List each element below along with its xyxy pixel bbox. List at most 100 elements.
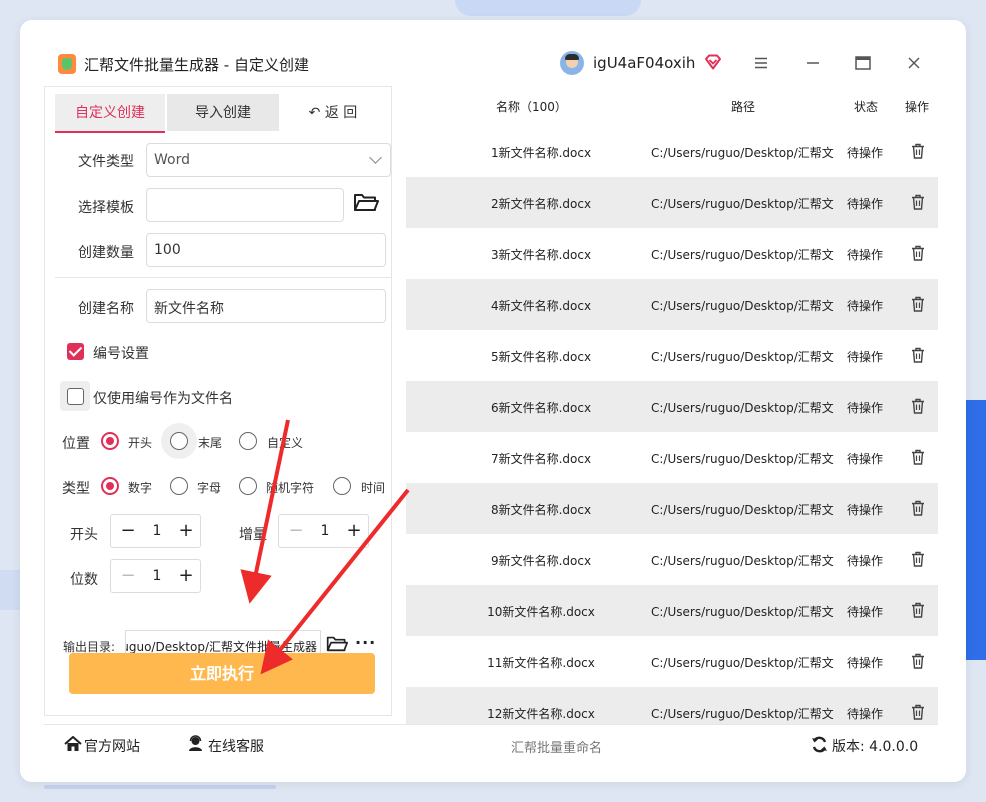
official-website-link[interactable]: 官方网站 [84, 736, 140, 756]
file-path-cell: C:/Users/ruguo/Desktop/汇帮文 [651, 452, 834, 466]
trash-icon[interactable] [911, 704, 925, 720]
settings-panel: 自定义创建 导入创建 ↶ 返 回 文件类型 Word 选择模板 创建数量 100… [44, 86, 392, 716]
user-avatar[interactable] [560, 51, 584, 75]
execute-button[interactable]: 立即执行 [69, 653, 375, 694]
digits-minus-button[interactable]: − [117, 564, 139, 588]
status-cell: 待操作 [847, 197, 884, 211]
close-icon[interactable] [899, 48, 929, 78]
table-row[interactable]: 11新文件名称.docx C:/Users/ruguo/Desktop/汇帮文 待操… [406, 636, 938, 687]
file-name-cell: 12新文件名称.docx [487, 707, 595, 721]
status-cell: 待操作 [847, 401, 884, 415]
trash-icon[interactable] [911, 398, 925, 414]
only-number-checkbox[interactable] [67, 388, 84, 405]
table-row[interactable]: 7新文件名称.docx C:/Users/ruguo/Desktop/汇帮文 待操作 [406, 432, 938, 483]
menu-icon[interactable] [746, 48, 776, 78]
type-number-label: 数字 [128, 481, 153, 495]
increment-plus-button[interactable]: + [343, 519, 365, 543]
count-input[interactable]: 100 [146, 233, 386, 267]
status-bar: 官方网站 在线客服 汇帮批量重命名 版本: 4.0.0.0 [44, 724, 938, 765]
file-name-cell: 2新文件名称.docx [490, 197, 592, 211]
trash-icon[interactable] [911, 500, 925, 516]
position-custom-label: 自定义 [267, 436, 304, 450]
start-minus-button[interactable]: − [117, 519, 139, 543]
trash-icon[interactable] [911, 194, 925, 210]
template-label: 选择模板 [78, 200, 134, 216]
trash-icon[interactable] [911, 296, 925, 312]
file-name-cell: 10新文件名称.docx [487, 605, 595, 619]
file-type-label: 文件类型 [78, 154, 134, 170]
tab-custom-create[interactable]: 自定义创建 [55, 94, 165, 133]
status-cell: 待操作 [847, 299, 884, 313]
start-value: 1 [152, 523, 162, 539]
minimize-icon[interactable] [798, 48, 828, 78]
digits-plus-button[interactable]: + [175, 564, 197, 588]
file-name-cell: 1新文件名称.docx [490, 146, 592, 160]
status-cell: 待操作 [847, 707, 884, 721]
table-row[interactable]: 1新文件名称.docx C:/Users/ruguo/Desktop/汇帮文 待操作 [406, 126, 938, 177]
trash-icon[interactable] [911, 653, 925, 669]
more-options-icon[interactable]: ··· [355, 633, 377, 653]
app-logo-icon [58, 54, 76, 74]
position-end-label: 末尾 [198, 436, 223, 450]
trash-icon[interactable] [911, 245, 925, 261]
file-name-cell: 3新文件名称.docx [490, 248, 592, 262]
trash-icon[interactable] [911, 143, 925, 159]
trash-icon[interactable] [911, 602, 925, 618]
refresh-icon[interactable] [811, 736, 828, 753]
trash-icon[interactable] [911, 449, 925, 465]
column-header-path: 路径 [731, 100, 756, 114]
digits-value: 1 [152, 568, 162, 584]
table-row[interactable]: 2新文件名称.docx C:/Users/ruguo/Desktop/汇帮文 待操作 [406, 177, 938, 228]
start-stepper[interactable]: − 1 + [110, 514, 201, 548]
home-icon[interactable] [64, 736, 82, 752]
file-path-cell: C:/Users/ruguo/Desktop/汇帮文 [651, 707, 834, 721]
file-name-cell: 5新文件名称.docx [490, 350, 592, 364]
customer-service-icon[interactable] [187, 735, 204, 752]
start-plus-button[interactable]: + [175, 519, 197, 543]
template-folder-icon[interactable] [353, 191, 379, 213]
name-input[interactable]: 新文件名称 [146, 289, 386, 323]
table-row[interactable]: 12新文件名称.docx C:/Users/ruguo/Desktop/汇帮文 待操… [406, 687, 938, 724]
file-name-cell: 11新文件名称.docx [487, 656, 595, 670]
user-name[interactable]: igU4aF04oxih [593, 54, 695, 72]
increment-stepper[interactable]: − 1 + [278, 514, 369, 548]
file-name-cell: 6新文件名称.docx [490, 401, 592, 415]
online-service-link[interactable]: 在线客服 [208, 736, 264, 756]
file-path-cell: C:/Users/ruguo/Desktop/汇帮文 [651, 554, 834, 568]
type-time-radio[interactable] [333, 477, 351, 495]
section-divider [55, 277, 391, 278]
count-label: 创建数量 [78, 245, 134, 261]
table-row[interactable]: 9新文件名称.docx C:/Users/ruguo/Desktop/汇帮文 待操作 [406, 534, 938, 585]
template-input[interactable] [146, 188, 344, 222]
file-type-value: Word [154, 152, 190, 168]
table-row[interactable]: 8新文件名称.docx C:/Users/ruguo/Desktop/汇帮文 待操作 [406, 483, 938, 534]
table-row[interactable]: 4新文件名称.docx C:/Users/ruguo/Desktop/汇帮文 待操作 [406, 279, 938, 330]
vip-diamond-icon[interactable] [704, 54, 722, 70]
trash-icon[interactable] [911, 551, 925, 567]
type-random-radio[interactable] [239, 477, 257, 495]
table-row[interactable]: 10新文件名称.docx C:/Users/ruguo/Desktop/汇帮文 待操… [406, 585, 938, 636]
type-random-label: 随机字符 [266, 481, 315, 495]
tab-import-create[interactable]: 导入创建 [167, 94, 279, 131]
position-start-radio[interactable] [101, 432, 119, 450]
product-name: 汇帮批量重命名 [511, 741, 603, 756]
trash-icon[interactable] [911, 347, 925, 363]
maximize-icon[interactable] [848, 48, 878, 78]
status-cell: 待操作 [847, 554, 884, 568]
column-header-name: 名称（100） [496, 100, 567, 114]
digits-stepper[interactable]: − 1 + [110, 559, 201, 593]
file-type-select[interactable]: Word [146, 143, 391, 177]
increment-minus-button[interactable]: − [285, 519, 307, 543]
numbering-checkbox[interactable] [67, 343, 84, 360]
table-row[interactable]: 5新文件名称.docx C:/Users/ruguo/Desktop/汇帮文 待操作 [406, 330, 938, 381]
type-number-radio[interactable] [101, 477, 119, 495]
background-shape-left [0, 570, 22, 610]
position-custom-radio[interactable] [239, 432, 257, 450]
back-button[interactable]: ↶ 返 回 [293, 94, 373, 131]
table-row[interactable]: 6新文件名称.docx C:/Users/ruguo/Desktop/汇帮文 待操作 [406, 381, 938, 432]
output-folder-icon[interactable] [326, 634, 348, 653]
type-letter-radio[interactable] [170, 477, 188, 495]
position-end-radio[interactable] [170, 432, 188, 450]
table-row[interactable]: 3新文件名称.docx C:/Users/ruguo/Desktop/汇帮文 待操作 [406, 228, 938, 279]
status-cell: 待操作 [847, 503, 884, 517]
